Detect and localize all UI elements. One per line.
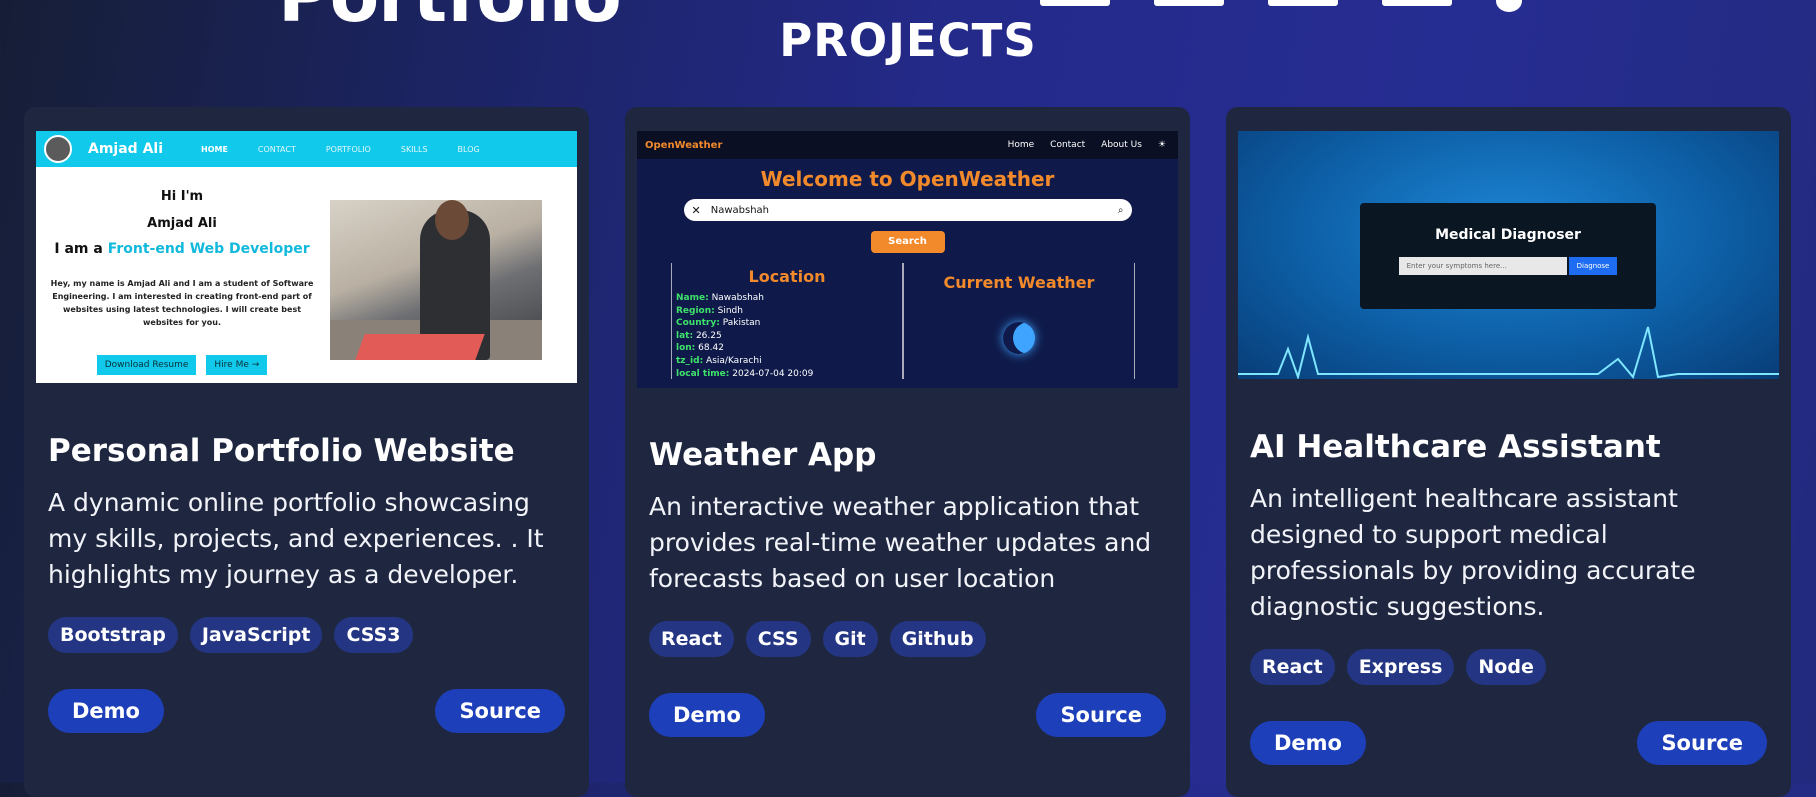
project-preview-image[interactable]: OpenWeather Home Contact About Us ☀ Welc…: [637, 131, 1178, 388]
project-card-healthcare: Medical Diagnoser Enter your symptoms he…: [1226, 107, 1791, 797]
project-preview-image[interactable]: Amjad Ali HOME CONTACT PORTFOLIO SKILLS …: [36, 131, 577, 383]
tech-tag: CSS3: [334, 617, 413, 653]
preview-welcome: Welcome to OpenWeather: [760, 167, 1055, 191]
tech-tags: Bootstrap JavaScript CSS3: [48, 617, 413, 653]
project-description: An interactive weather application that …: [649, 492, 1152, 593]
source-button[interactable]: Source: [435, 689, 565, 733]
sun-icon: ☀: [1157, 140, 1166, 150]
tech-tags: React Express Node: [1250, 649, 1546, 685]
nav-link-cutoff[interactable]: [1154, 0, 1224, 6]
tech-tag: Github: [889, 621, 986, 657]
tech-tag: Node: [1466, 649, 1546, 685]
demo-button[interactable]: Demo: [649, 693, 765, 737]
preview-nav-link: Contact: [1050, 140, 1086, 150]
project-card-weather: OpenWeather Home Contact About Us ☀ Welc…: [625, 107, 1190, 797]
preview-nav-link: About Us: [1101, 140, 1142, 150]
preview-search-input: ✕ Nawabshah ⌕: [683, 199, 1132, 221]
moon-icon: [1003, 322, 1035, 354]
preview-nav-link: SKILLS: [400, 144, 428, 154]
source-button[interactable]: Source: [1637, 721, 1767, 765]
heartbeat-line-icon: [1238, 326, 1779, 379]
tech-tag: JavaScript: [189, 617, 323, 653]
project-description: An intelligent healthcare assistant desi…: [1250, 484, 1696, 621]
preview-nav-link: Home: [1007, 140, 1035, 150]
clear-icon: ✕: [691, 203, 701, 217]
preview-navbar: OpenWeather Home Contact About Us ☀: [637, 131, 1178, 159]
project-title: Weather App: [649, 437, 877, 473]
preview-symptom-input: Enter your symptoms here...: [1398, 257, 1567, 275]
preview-bio: Hey, my name is Amjad Ali and I am a stu…: [50, 279, 314, 327]
tech-tag: Express: [1346, 649, 1455, 685]
preview-title: Medical Diagnoser: [1435, 227, 1581, 243]
tech-tag: CSS: [745, 621, 811, 657]
preview-search-button: Search: [870, 231, 945, 253]
preview-navbar: Amjad Ali HOME CONTACT PORTFOLIO SKILLS …: [36, 131, 577, 167]
demo-button[interactable]: Demo: [1250, 721, 1366, 765]
preview-nav-link: PORTFOLIO: [325, 144, 371, 154]
search-icon: ⌕: [1117, 204, 1124, 216]
preview-nav-link: BLOG: [457, 144, 480, 154]
tech-tag: React: [649, 621, 734, 657]
preview-logo: OpenWeather: [645, 139, 723, 151]
project-preview-image[interactable]: Medical Diagnoser Enter your symptoms he…: [1238, 131, 1779, 379]
avatar: [44, 135, 72, 163]
top-navbar-cutoff: [1040, 0, 1522, 12]
nav-link-cutoff[interactable]: [1040, 0, 1110, 6]
project-title: AI Healthcare Assistant: [1250, 429, 1661, 465]
project-card-portfolio: Amjad Ali HOME CONTACT PORTFOLIO SKILLS …: [24, 107, 589, 797]
section-title: PROJECTS: [779, 14, 1037, 67]
preview-hero: Hi I'm Amjad Ali I am a Front-end Web De…: [36, 167, 328, 375]
demo-button[interactable]: Demo: [48, 689, 164, 733]
tech-tag: React: [1250, 649, 1335, 685]
preview-diagnose-button: Diagnose: [1568, 257, 1618, 275]
preview-diagnoser-card: Medical Diagnoser Enter your symptoms he…: [1360, 203, 1656, 309]
preview-photo: [330, 200, 542, 360]
tech-tags: React CSS Git Github: [649, 621, 986, 657]
project-description: A dynamic online portfolio showcasing my…: [48, 488, 544, 589]
nav-link-cutoff[interactable]: [1268, 0, 1338, 6]
preview-weather-panel: Current Weather: [903, 263, 1135, 379]
preview-nav-link: CONTACT: [257, 144, 296, 154]
preview-nav-link: HOME: [201, 144, 228, 154]
preview-hire-button: Hire Me →: [206, 355, 268, 375]
project-title: Personal Portfolio Website: [48, 433, 515, 469]
preview-location-panel: Location Name: Nawabshah Region: Sindh C…: [671, 263, 903, 379]
tech-tag: Bootstrap: [48, 617, 178, 653]
nav-link-cutoff[interactable]: [1382, 0, 1452, 6]
tech-tag: Git: [822, 621, 878, 657]
preview-nav-links: HOME CONTACT PORTFOLIO SKILLS BLOG: [201, 145, 480, 154]
preview-brand: Amjad Ali: [88, 141, 163, 157]
preview-name: Amjad Ali: [147, 216, 217, 231]
preview-resume-button: Download Resume: [96, 355, 197, 375]
preview-greeting: Hi I'm: [160, 189, 204, 204]
source-button[interactable]: Source: [1036, 693, 1166, 737]
preview-role: I am a Front-end Web Developer: [54, 241, 310, 257]
theme-toggle-icon[interactable]: [1496, 0, 1522, 12]
